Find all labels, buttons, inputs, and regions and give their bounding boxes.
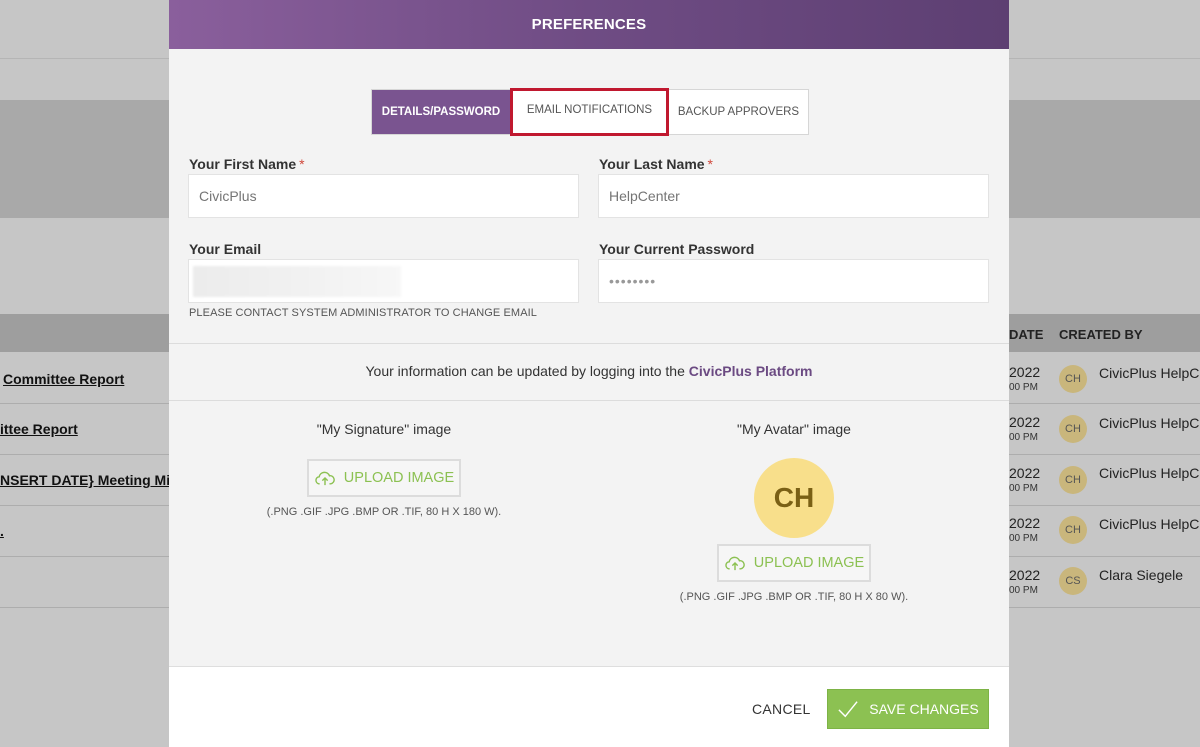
tab-details-password[interactable]: DETAILS/PASSWORD [372, 90, 510, 134]
platform-info: Your information can be updated by loggi… [169, 363, 1009, 379]
save-changes-button[interactable]: SAVE CHANGES [827, 689, 989, 729]
upload-avatar-button[interactable]: UPLOAD IMAGE [717, 544, 871, 582]
avatar: CH [1059, 415, 1087, 443]
row-title-link[interactable]: NSERT DATE} Meeting Minu [0, 472, 187, 488]
modal-footer: CANCEL SAVE CHANGES [169, 666, 1009, 747]
upload-avatar-label: UPLOAD IMAGE [753, 555, 865, 571]
row-date: 2022 [1009, 515, 1041, 531]
row-time: 00 PM [1009, 382, 1038, 393]
tab-email-notifications[interactable]: EMAIL NOTIFICATIONS [510, 88, 669, 136]
row-title-link[interactable]: . [0, 523, 4, 539]
row-time: 00 PM [1009, 585, 1038, 596]
row-date: 2022 [1009, 567, 1041, 583]
last-name-field[interactable] [598, 174, 989, 218]
checkmark-icon [838, 701, 858, 718]
preferences-modal: PREFERENCES DETAILS/PASSWORD EMAIL NOTIF… [169, 0, 1009, 747]
divider [169, 400, 1009, 401]
upload-signature-label: UPLOAD IMAGE [343, 470, 455, 486]
avatar: CH [1059, 516, 1087, 544]
row-creator: Clara Siegele [1099, 567, 1184, 583]
column-header-created-by: CREATED BY [1059, 327, 1143, 342]
row-time: 00 PM [1009, 483, 1038, 494]
required-marker: * [299, 156, 305, 172]
password-label: Your Current Password [599, 241, 755, 257]
cancel-button[interactable]: CANCEL [752, 701, 811, 717]
row-creator: CivicPlus HelpCe [1099, 465, 1200, 481]
row-title-link[interactable]: Committee Report [3, 371, 124, 387]
row-title-link[interactable]: ittee Report [0, 421, 78, 437]
cloud-upload-icon [315, 471, 335, 486]
save-changes-label: SAVE CHANGES [869, 701, 979, 717]
row-creator: CivicPlus HelpCe [1099, 365, 1200, 381]
tab-bar: DETAILS/PASSWORD EMAIL NOTIFICATIONS BAC… [371, 88, 809, 136]
row-date: 2022 [1009, 465, 1041, 481]
upload-signature-button[interactable]: UPLOAD IMAGE [307, 459, 461, 497]
avatar-format-note: (.PNG .GIF .JPG .BMP OR .TIF, 80 H X 80 … [679, 591, 909, 603]
avatar: CS [1059, 567, 1087, 595]
civicplus-platform-link[interactable]: CivicPlus Platform [689, 363, 813, 379]
cloud-upload-icon [725, 556, 745, 571]
last-name-label: Your Last Name * [599, 156, 713, 172]
email-label: Your Email [189, 241, 262, 257]
column-header-date: DATE [1009, 327, 1044, 342]
first-name-field[interactable] [188, 174, 579, 218]
row-time: 00 PM [1009, 432, 1038, 443]
avatar-image-label: "My Avatar" image [737, 421, 851, 437]
avatar: CH [754, 458, 834, 538]
row-date: 2022 [1009, 364, 1041, 380]
row-time: 00 PM [1009, 533, 1038, 544]
signature-format-note: (.PNG .GIF .JPG .BMP OR .TIF, 80 H X 180… [266, 506, 502, 518]
signature-image-label: "My Signature" image [316, 421, 452, 437]
platform-info-text: Your information can be updated by loggi… [365, 363, 689, 379]
divider [169, 343, 1009, 344]
first-name-label: Your First Name * [189, 156, 305, 172]
row-creator: CivicPlus HelpCe [1099, 415, 1200, 431]
email-hint: PLEASE CONTACT SYSTEM ADMINISTRATOR TO C… [189, 307, 538, 319]
tab-backup-approvers[interactable]: BACKUP APPROVERS [669, 90, 808, 134]
row-date: 2022 [1009, 414, 1041, 430]
avatar: CH [1059, 365, 1087, 393]
modal-title: PREFERENCES [169, 0, 1009, 49]
password-field[interactable]: •••••••• [598, 259, 989, 303]
row-creator: CivicPlus HelpCe [1099, 516, 1200, 532]
avatar: CH [1059, 466, 1087, 494]
redacted-email-value [193, 266, 401, 297]
required-marker: * [707, 156, 713, 172]
